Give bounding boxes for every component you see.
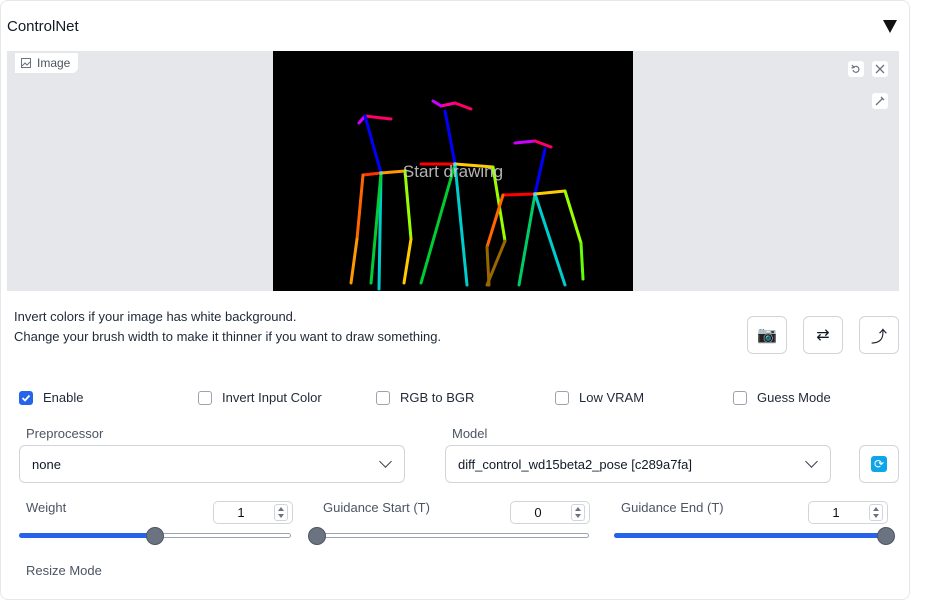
rgb-to-bgr-checkbox[interactable]: RGB to BGR	[376, 390, 474, 405]
stepper-icon[interactable]	[571, 504, 585, 521]
checkbox-box[interactable]	[198, 390, 212, 405]
send-dimensions-button[interactable]: ⤴	[859, 316, 899, 354]
hint-brush-width: Change your brush width to make it thinn…	[14, 329, 442, 344]
controlnet-panel: ControlNet Image Start drawing Invert co…	[0, 0, 910, 600]
checkbox-box[interactable]	[555, 390, 569, 405]
weight-number-input[interactable]: 1	[213, 501, 293, 524]
guidance-start-number-input[interactable]: 0	[510, 501, 590, 524]
stepper-icon[interactable]	[869, 504, 883, 521]
guidance-end-label: Guidance End (T)	[621, 500, 724, 515]
rgb-to-bgr-label: RGB to BGR	[400, 390, 475, 405]
guidance-start-label: Guidance Start (T)	[323, 500, 430, 515]
checkbox-box[interactable]	[733, 390, 747, 405]
low-vram-label: Low VRAM	[579, 390, 645, 405]
slider-thumb[interactable]	[308, 527, 326, 545]
panel-title: ControlNet	[7, 18, 79, 35]
enable-label: Enable	[43, 390, 84, 405]
model-select[interactable]: diff_control_wd15beta2_pose [c289a7fa]	[445, 445, 831, 483]
guess-mode-checkbox[interactable]: Guess Mode	[733, 390, 831, 405]
brush-icon[interactable]	[871, 92, 889, 110]
slider-thumb[interactable]	[146, 527, 164, 545]
guidance-start-slider[interactable]	[308, 527, 589, 545]
slider-fill	[19, 533, 155, 538]
guidance-end-value: 1	[832, 505, 840, 520]
collapse-triangle-icon[interactable]	[883, 20, 897, 33]
hint-invert-colors: Invert colors if your image has white ba…	[14, 309, 297, 324]
image-icon	[21, 58, 31, 68]
start-drawing-text: Start drawing	[402, 162, 504, 181]
stepper-icon[interactable]	[274, 504, 288, 521]
image-label-badge: Image	[15, 53, 79, 73]
guidance-start-value: 0	[534, 505, 542, 520]
invert-input-color-checkbox[interactable]: Invert Input Color	[198, 390, 322, 405]
close-icon[interactable]	[871, 60, 889, 78]
guidance-end-number-input[interactable]: 1	[808, 501, 888, 524]
camera-button[interactable]: 📷	[747, 316, 787, 354]
model-value: diff_control_wd15beta2_pose [c289a7fa]	[458, 456, 692, 472]
slider-fill	[614, 533, 886, 538]
weight-label: Weight	[26, 500, 67, 515]
chevron-down-icon	[379, 455, 392, 468]
image-upload-area[interactable]: Image Start drawing	[7, 51, 899, 291]
undo-icon[interactable]	[847, 60, 865, 78]
slider-track	[317, 533, 589, 538]
weight-value: 1	[237, 505, 245, 520]
guidance-end-slider[interactable]	[614, 527, 895, 545]
weight-slider[interactable]	[19, 527, 291, 545]
enable-checkbox[interactable]: Enable	[19, 390, 83, 405]
refresh-models-button[interactable]: ⟳	[859, 445, 899, 483]
checkbox-checked-icon[interactable]	[19, 390, 33, 405]
preprocessor-label: Preprocessor	[26, 426, 104, 441]
drawing-canvas[interactable]: Start drawing	[273, 51, 633, 291]
swap-dimensions-button[interactable]: ⇄	[803, 316, 843, 354]
refresh-icon: ⟳	[871, 456, 887, 472]
invert-input-color-label: Invert Input Color	[222, 390, 322, 405]
preprocessor-value: none	[32, 456, 61, 472]
checkbox-box[interactable]	[376, 390, 390, 405]
resize-mode-label: Resize Mode	[26, 563, 102, 578]
low-vram-checkbox[interactable]: Low VRAM	[555, 390, 644, 405]
guess-mode-label: Guess Mode	[757, 390, 831, 405]
model-label: Model	[452, 426, 488, 441]
slider-thumb[interactable]	[877, 527, 895, 545]
image-label-text: Image	[37, 56, 71, 70]
preprocessor-select[interactable]: none	[19, 445, 405, 483]
chevron-down-icon	[805, 455, 818, 468]
